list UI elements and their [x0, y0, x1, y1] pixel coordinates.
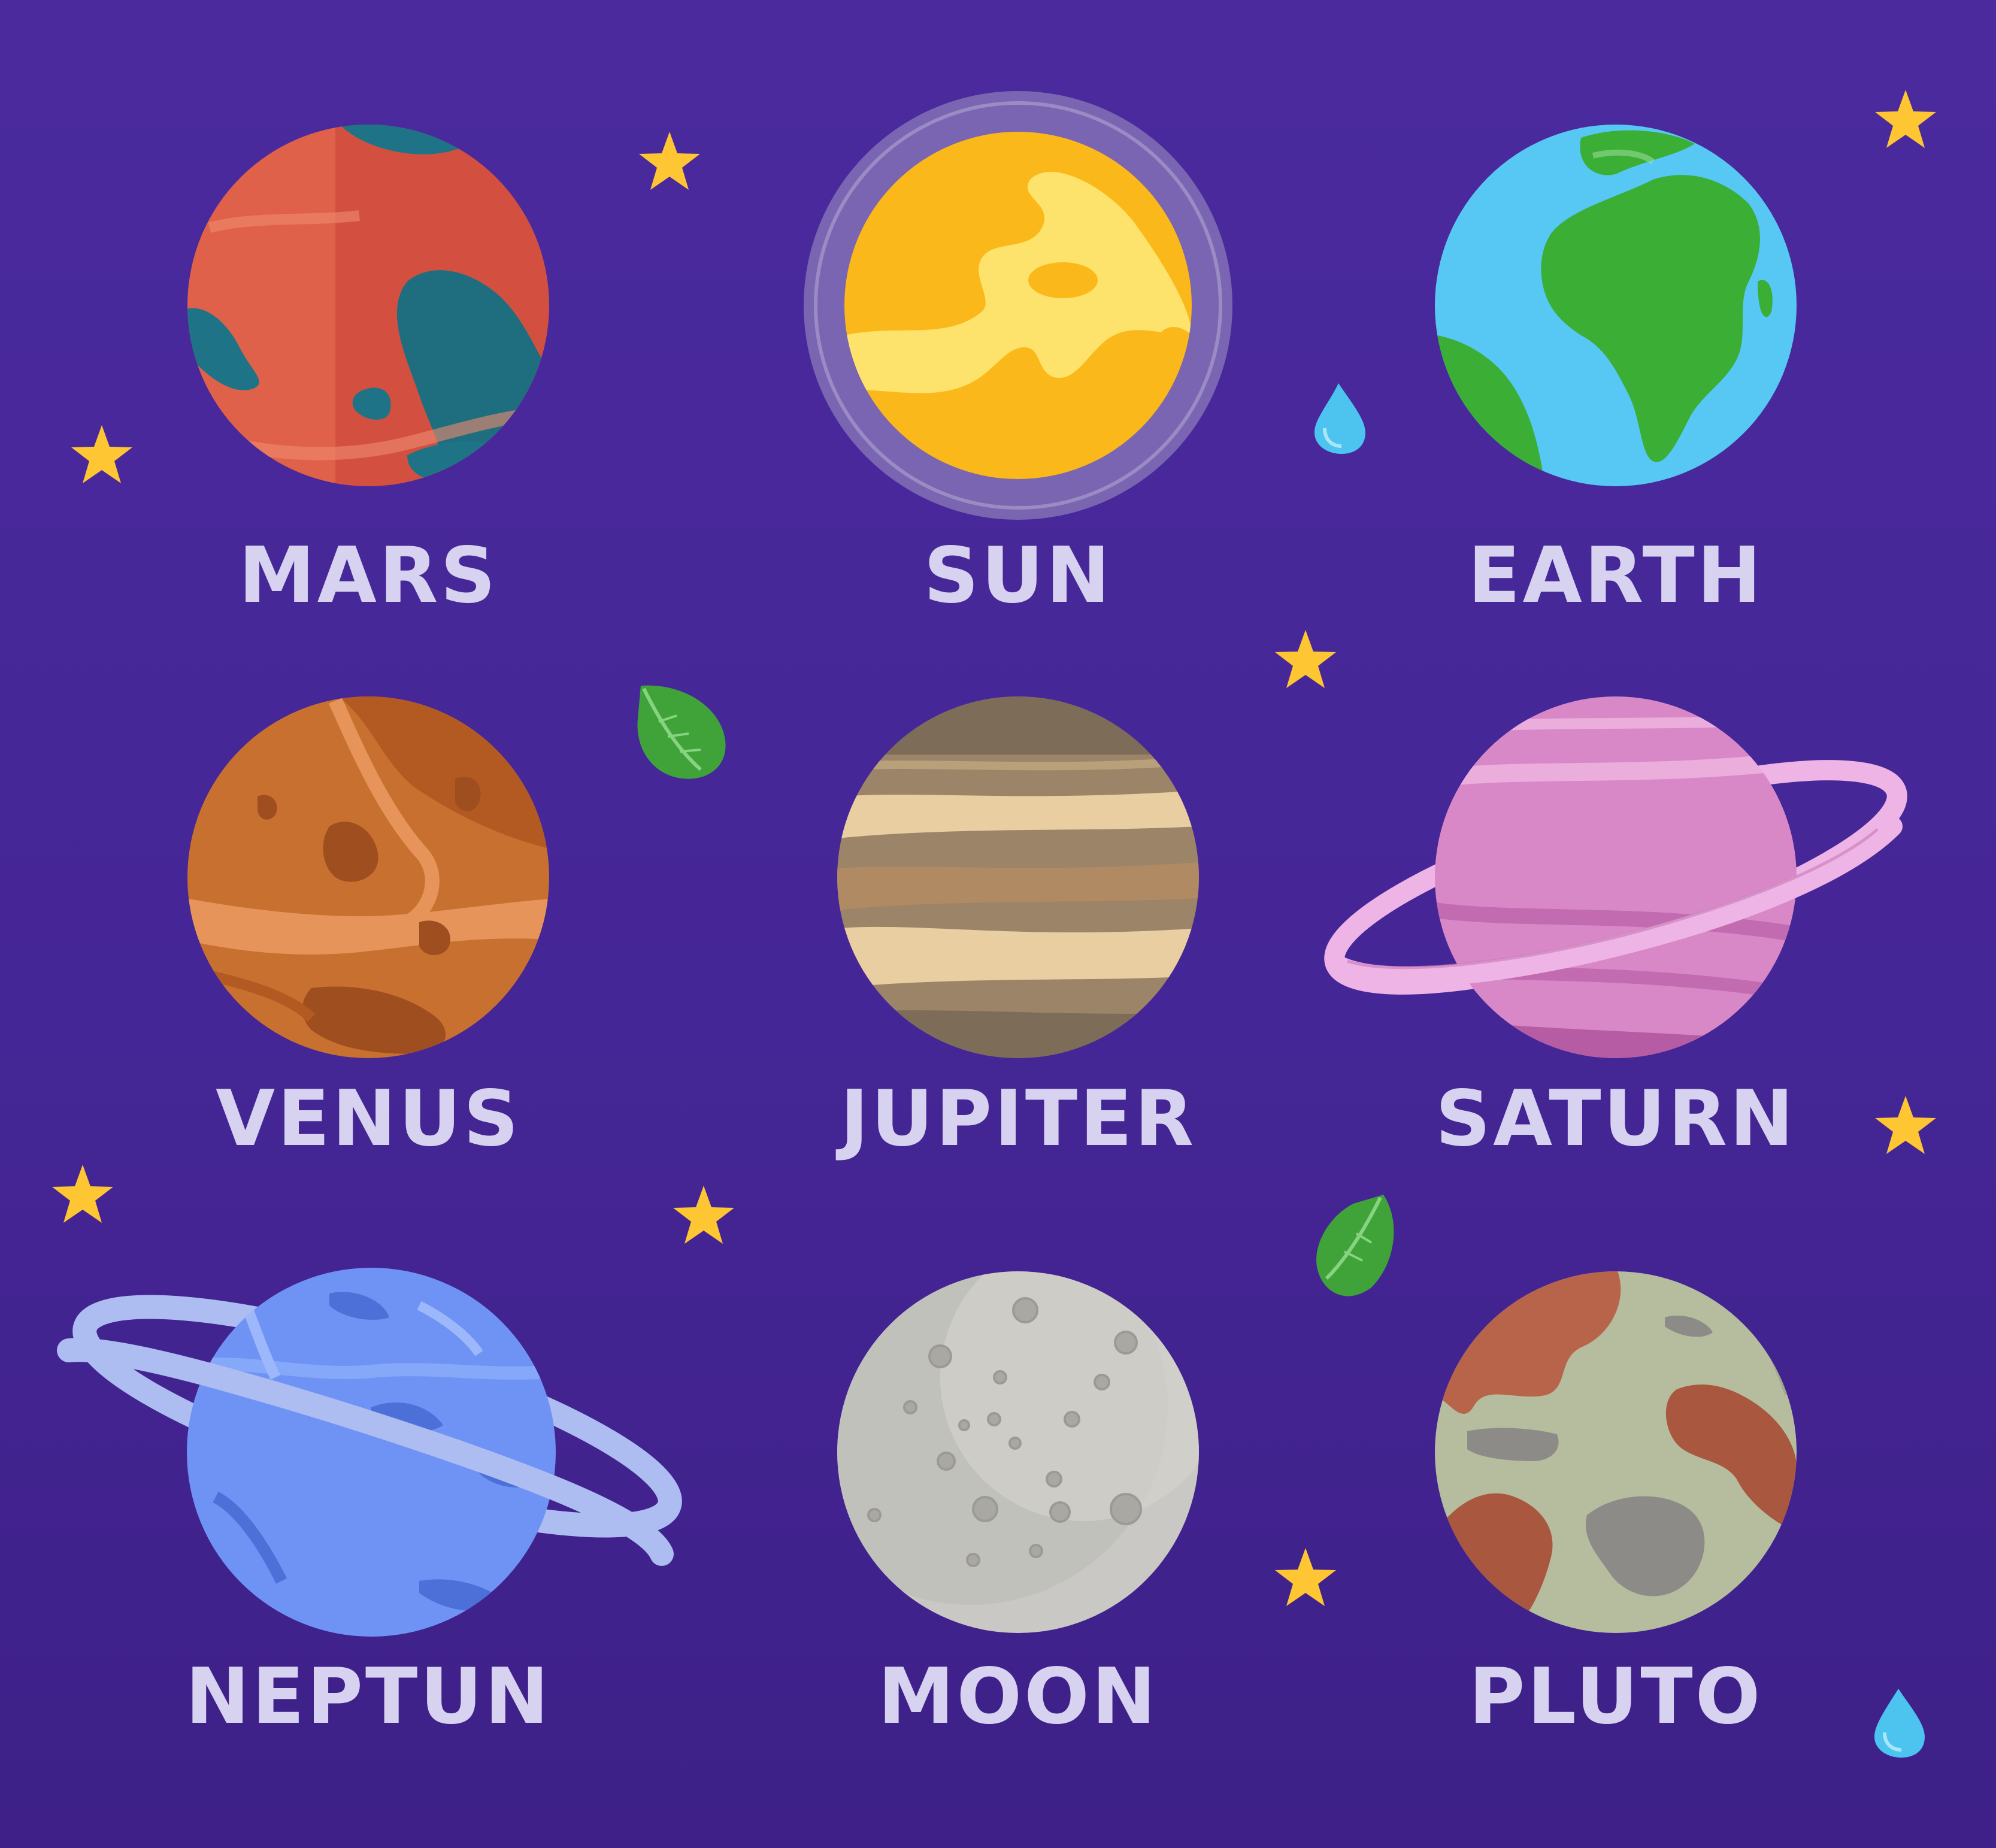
star-icon: [52, 1165, 113, 1223]
mars-icon: [187, 125, 549, 486]
planet-label-pluto: PLUTO: [1468, 1652, 1763, 1741]
saturn-icon: [1324, 696, 1907, 1058]
planet-label-earth: EARTH: [1468, 531, 1764, 620]
planet-label-saturn: SATURN: [1435, 1074, 1797, 1164]
star-icon: [1875, 90, 1936, 148]
star-icon: [1275, 1548, 1336, 1606]
star-icon: [1275, 630, 1336, 688]
star-icon: [673, 1186, 734, 1244]
planet-label-venus: VENUS: [216, 1074, 521, 1164]
venus-icon: [187, 696, 549, 1058]
sun-icon: [804, 91, 1232, 520]
neptune-icon: [57, 1268, 682, 1637]
solar-system-poster: MARS SUN EARTH VENUS JUPITER SATURN NEPT…: [0, 0, 1996, 1848]
star-icon: [71, 425, 132, 483]
earth-icon: [1435, 125, 1797, 486]
star-icon: [1875, 1096, 1936, 1154]
planet-label-moon: MOON: [877, 1652, 1159, 1741]
pluto-icon: [1435, 1271, 1797, 1633]
water-drop-icon: [1874, 1689, 1925, 1758]
moon-icon: [837, 1271, 1199, 1633]
water-drop-icon: [1314, 383, 1365, 454]
leaf-icon: [637, 685, 726, 779]
planets-illustration: [52, 90, 1936, 1758]
planet-label-sun: SUN: [923, 531, 1113, 620]
planet-label-mars: MARS: [238, 531, 498, 620]
star-icon: [639, 132, 700, 190]
leaf-icon: [1316, 1195, 1394, 1296]
planet-label-jupiter: JUPITER: [840, 1074, 1197, 1164]
jupiter-icon: [837, 696, 1199, 1058]
planet-label-neptun: NEPTUN: [185, 1652, 552, 1741]
